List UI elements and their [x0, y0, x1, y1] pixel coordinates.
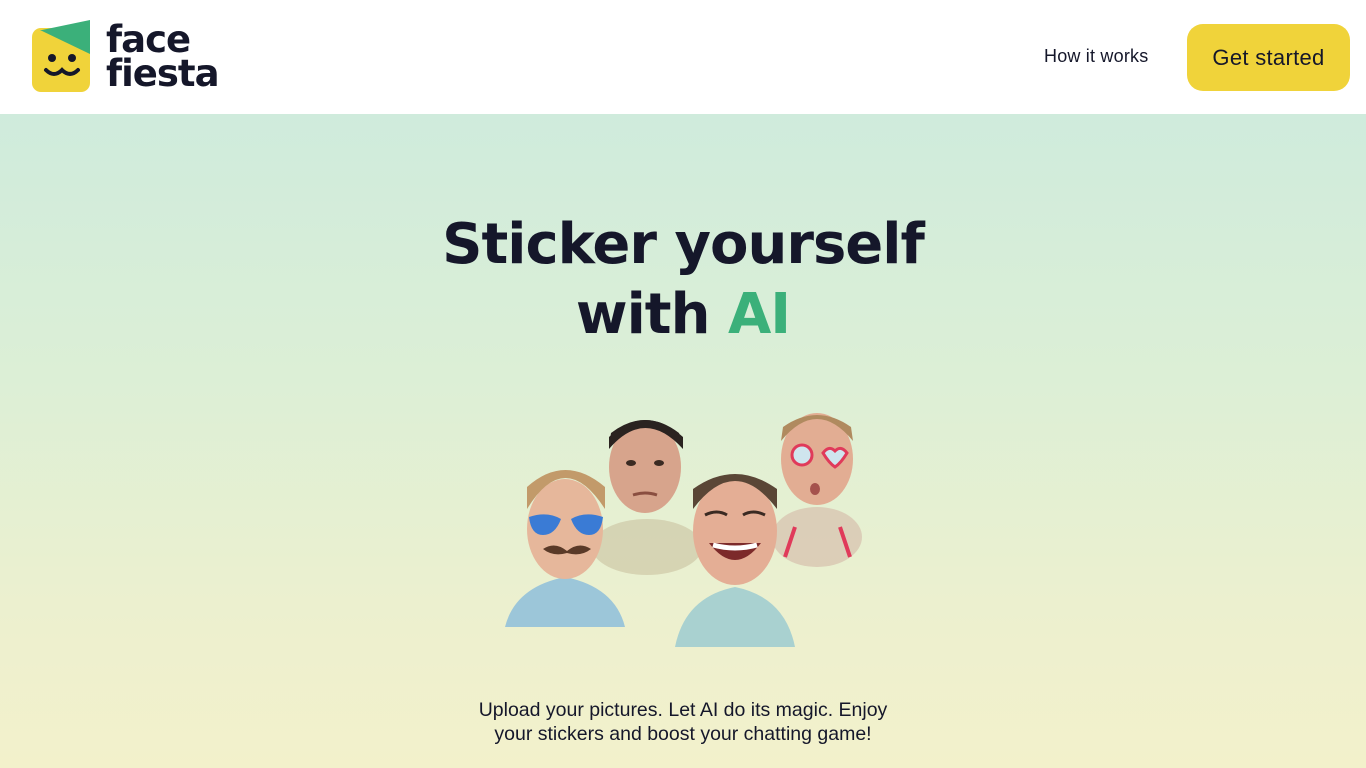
- headline-accent: AI: [727, 282, 791, 347]
- brand-wordmark: face fiesta: [106, 21, 220, 95]
- brand-logo[interactable]: face fiesta: [32, 20, 220, 95]
- get-started-button[interactable]: Get started: [1187, 24, 1350, 91]
- hero-tagline: Upload your pictures. Let AI do its magi…: [0, 698, 1366, 746]
- hero-headline: Sticker yourself with AI: [0, 210, 1366, 350]
- sticker-serious-face: [592, 420, 702, 575]
- nav-how-it-works-link[interactable]: How it works: [1044, 46, 1148, 67]
- hero-section: Sticker yourself with AI Upload your pic…: [0, 114, 1366, 768]
- smiley-logo-icon: [32, 20, 90, 92]
- sticker-heart-glasses: [772, 413, 862, 567]
- site-header: face fiesta How it works Get started: [0, 0, 1366, 114]
- tagline-line2: your stickers and boost your chatting ga…: [494, 723, 872, 745]
- brand-name-line2: fiesta: [106, 52, 220, 95]
- sticker-faces-image: [505, 413, 862, 647]
- headline-line2-prefix: with: [575, 282, 728, 347]
- tagline-line1: Upload your pictures. Let AI do its magi…: [478, 699, 888, 721]
- headline-line1: Sticker yourself: [442, 212, 925, 277]
